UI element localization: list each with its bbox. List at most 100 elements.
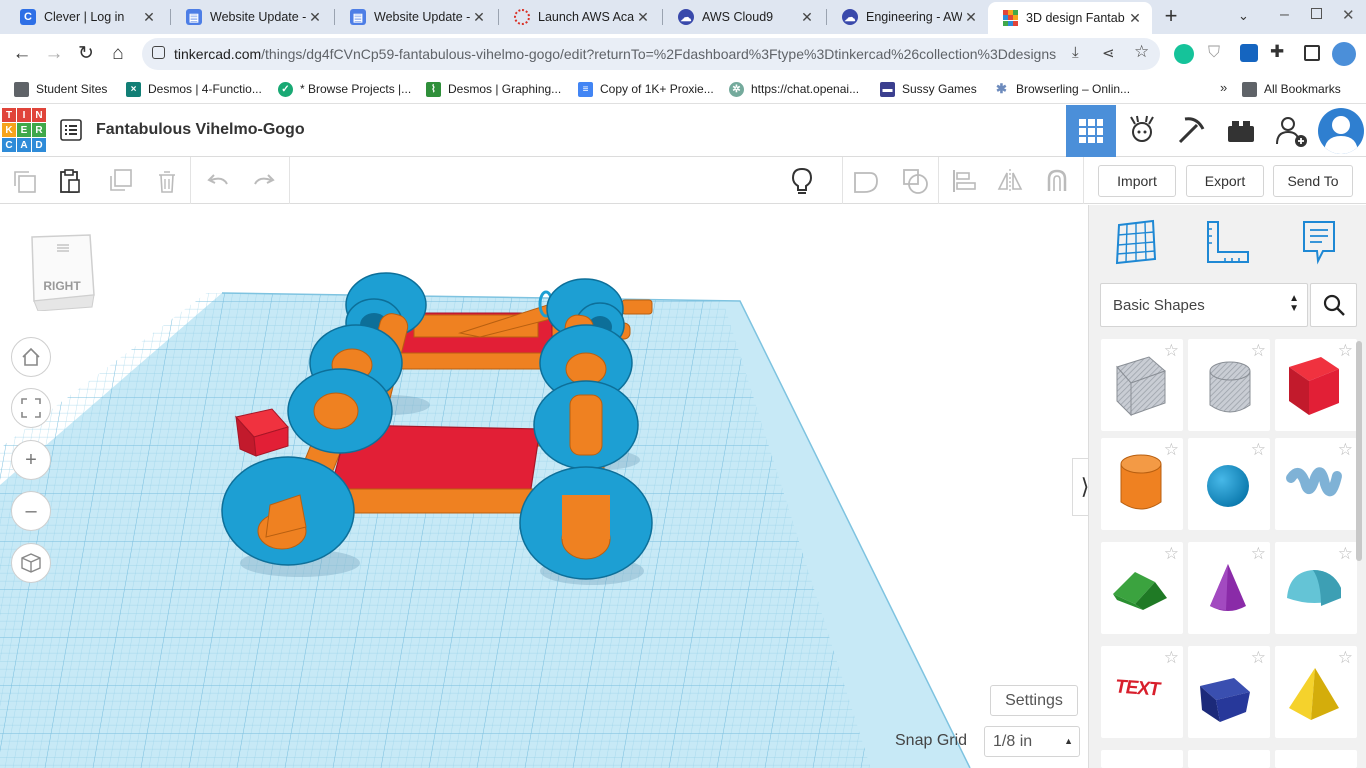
bookmark-item[interactable]: Student Sites (14, 80, 107, 98)
mirror-button[interactable] (994, 165, 1026, 197)
shield-extension-icon[interactable]: ⛉ (1208, 44, 1220, 62)
middle-front-right-wheel[interactable] (533, 380, 639, 470)
new-tab-icon[interactable]: + (1158, 4, 1184, 30)
duplicate-button[interactable] (104, 165, 136, 197)
favorite-star-icon[interactable]: ☆ (1164, 341, 1179, 361)
settings-button[interactable]: Settings (990, 685, 1078, 716)
notes-panel-button[interactable] (1301, 219, 1337, 270)
browser-tab[interactable]: Launch AWS Aca ✕ (500, 2, 660, 32)
share-icon[interactable]: ⋖ (1102, 44, 1115, 62)
favorite-star-icon[interactable]: ☆ (1164, 440, 1179, 460)
ruler-button[interactable] (1205, 219, 1251, 270)
minecraft-button[interactable] (1166, 105, 1216, 157)
fit-view-button[interactable] (11, 388, 51, 428)
align-button[interactable] (948, 165, 980, 197)
zoom-in-button[interactable]: + (11, 440, 51, 480)
shape-search-button[interactable] (1310, 283, 1357, 327)
workplane-scene[interactable] (0, 205, 1088, 768)
favorite-star-icon[interactable]: ☆ (1338, 648, 1353, 668)
send-to-button[interactable]: Send To (1273, 165, 1353, 197)
workplane-button[interactable] (1115, 219, 1159, 270)
middle-front-left-wheel[interactable] (287, 368, 393, 454)
shape-half-sphere[interactable]: ☆ (1188, 646, 1270, 738)
shape-sphere[interactable]: ☆ (1188, 438, 1270, 530)
invite-user-button[interactable] (1266, 105, 1316, 157)
browser-tab[interactable]: ▤ Website Update - ✕ (172, 2, 332, 32)
shape-partial[interactable] (1275, 750, 1357, 768)
3d-view-button[interactable] (1066, 105, 1116, 157)
notes-button[interactable] (786, 165, 818, 197)
bookmark-item[interactable]: ✱ Browserling – Onlin... (994, 80, 1130, 98)
home-view-button[interactable] (11, 337, 51, 377)
bookmark-item[interactable]: × Desmos | 4-Functio... (126, 80, 262, 98)
forward-icon[interactable]: → (42, 42, 66, 66)
close-icon[interactable]: ✕ (798, 9, 816, 26)
bookmark-item[interactable]: ✲ https://chat.openai... (729, 80, 859, 98)
tab-search-icon[interactable]: ⌄ (1238, 8, 1249, 24)
side-panel-icon[interactable] (1304, 45, 1320, 61)
bookmark-item[interactable]: ✓ * Browse Projects |... (278, 80, 411, 98)
browser-tab-active[interactable]: 3D design Fantab ✕ (988, 2, 1152, 34)
import-button[interactable]: Import (1098, 165, 1176, 197)
close-icon[interactable]: ✕ (470, 9, 488, 26)
shape-box[interactable]: ☆ (1275, 339, 1357, 431)
extension-icon[interactable] (1240, 44, 1258, 62)
undo-button[interactable] (202, 165, 234, 197)
shape-partial[interactable] (1101, 750, 1183, 768)
favorite-star-icon[interactable]: ☆ (1251, 341, 1266, 361)
favorite-star-icon[interactable]: ☆ (1338, 341, 1353, 361)
close-icon[interactable]: ✕ (962, 9, 980, 26)
shape-pyramid[interactable]: ☆ (1275, 646, 1357, 738)
snap-grid-select[interactable]: 1/8 in ▲ (984, 726, 1080, 757)
favorite-star-icon[interactable]: ☆ (1164, 544, 1179, 564)
bookmark-star-icon[interactable]: ☆ (1134, 42, 1149, 62)
browser-tab[interactable]: ☁ Engineering - AW ✕ (828, 2, 988, 32)
copy-button[interactable] (8, 165, 40, 197)
export-button[interactable]: Export (1186, 165, 1264, 197)
minimize-icon[interactable]: – (1280, 6, 1289, 24)
browser-tab[interactable]: ☁ AWS Cloud9 ✕ (664, 2, 824, 32)
close-window-icon[interactable]: ✕ (1342, 6, 1355, 24)
shape-cylinder[interactable]: ☆ (1101, 438, 1183, 530)
delete-button[interactable] (151, 165, 183, 197)
shape-text[interactable]: TEXT ☆ (1101, 646, 1183, 738)
restore-icon[interactable] (1311, 8, 1322, 19)
shape-scribble[interactable]: ☆ (1275, 438, 1357, 530)
panel-scrollbar[interactable] (1356, 341, 1362, 561)
site-info-icon[interactable] (152, 46, 165, 59)
ungroup-button[interactable] (899, 165, 931, 197)
workplane-viewport[interactable]: RIGHT + – Settings Snap Grid 1/8 in ▲ (0, 205, 1088, 768)
browser-tab[interactable]: C Clever | Log in ✕ (6, 2, 166, 32)
shape-cylinder-hole[interactable]: ☆ (1188, 339, 1270, 431)
shape-round-roof[interactable]: ☆ (1275, 542, 1357, 634)
user-avatar[interactable] (1318, 108, 1364, 154)
all-bookmarks-item[interactable]: All Bookmarks (1242, 80, 1341, 98)
install-icon[interactable]: ⤓ (1072, 44, 1079, 61)
extensions-puzzle-icon[interactable]: ✚ (1270, 42, 1284, 62)
close-icon[interactable]: ✕ (306, 9, 324, 26)
cruise-button[interactable] (1041, 165, 1073, 197)
more-bookmarks-icon[interactable]: » (1220, 80, 1227, 95)
home-icon[interactable]: ⌂ (106, 42, 130, 66)
browser-tab[interactable]: ▤ Website Update - ✕ (336, 2, 496, 32)
back-icon[interactable]: ← (10, 42, 34, 66)
design-title[interactable]: Fantabulous Vihelmo-Gogo (96, 121, 305, 139)
favorite-star-icon[interactable]: ☆ (1251, 544, 1266, 564)
shape-partial[interactable] (1188, 750, 1270, 768)
bookmark-item[interactable]: ≡ Copy of 1K+ Proxie... (578, 80, 714, 98)
address-bar[interactable]: tinkercad.com/things/dg4fCVnCp59-fantabu… (142, 38, 1160, 70)
shape-box-hole[interactable]: ☆ (1101, 339, 1183, 431)
front-left-wheel[interactable] (221, 456, 355, 566)
redo-button[interactable] (248, 165, 280, 197)
lego-button[interactable] (1216, 105, 1266, 157)
front-right-wheel[interactable] (519, 466, 653, 580)
shape-roof[interactable]: ☆ (1101, 542, 1183, 634)
favorite-star-icon[interactable]: ☆ (1338, 440, 1353, 460)
tinkercad-logo[interactable]: T I N K E R C A D (2, 108, 46, 154)
close-icon[interactable]: ✕ (140, 9, 158, 26)
close-icon[interactable]: ✕ (634, 9, 652, 26)
bookmark-item[interactable]: ▬ Sussy Games (880, 80, 977, 98)
favorite-star-icon[interactable]: ☆ (1164, 648, 1179, 668)
projection-button[interactable] (11, 543, 51, 583)
zoom-out-button[interactable]: – (11, 491, 51, 531)
